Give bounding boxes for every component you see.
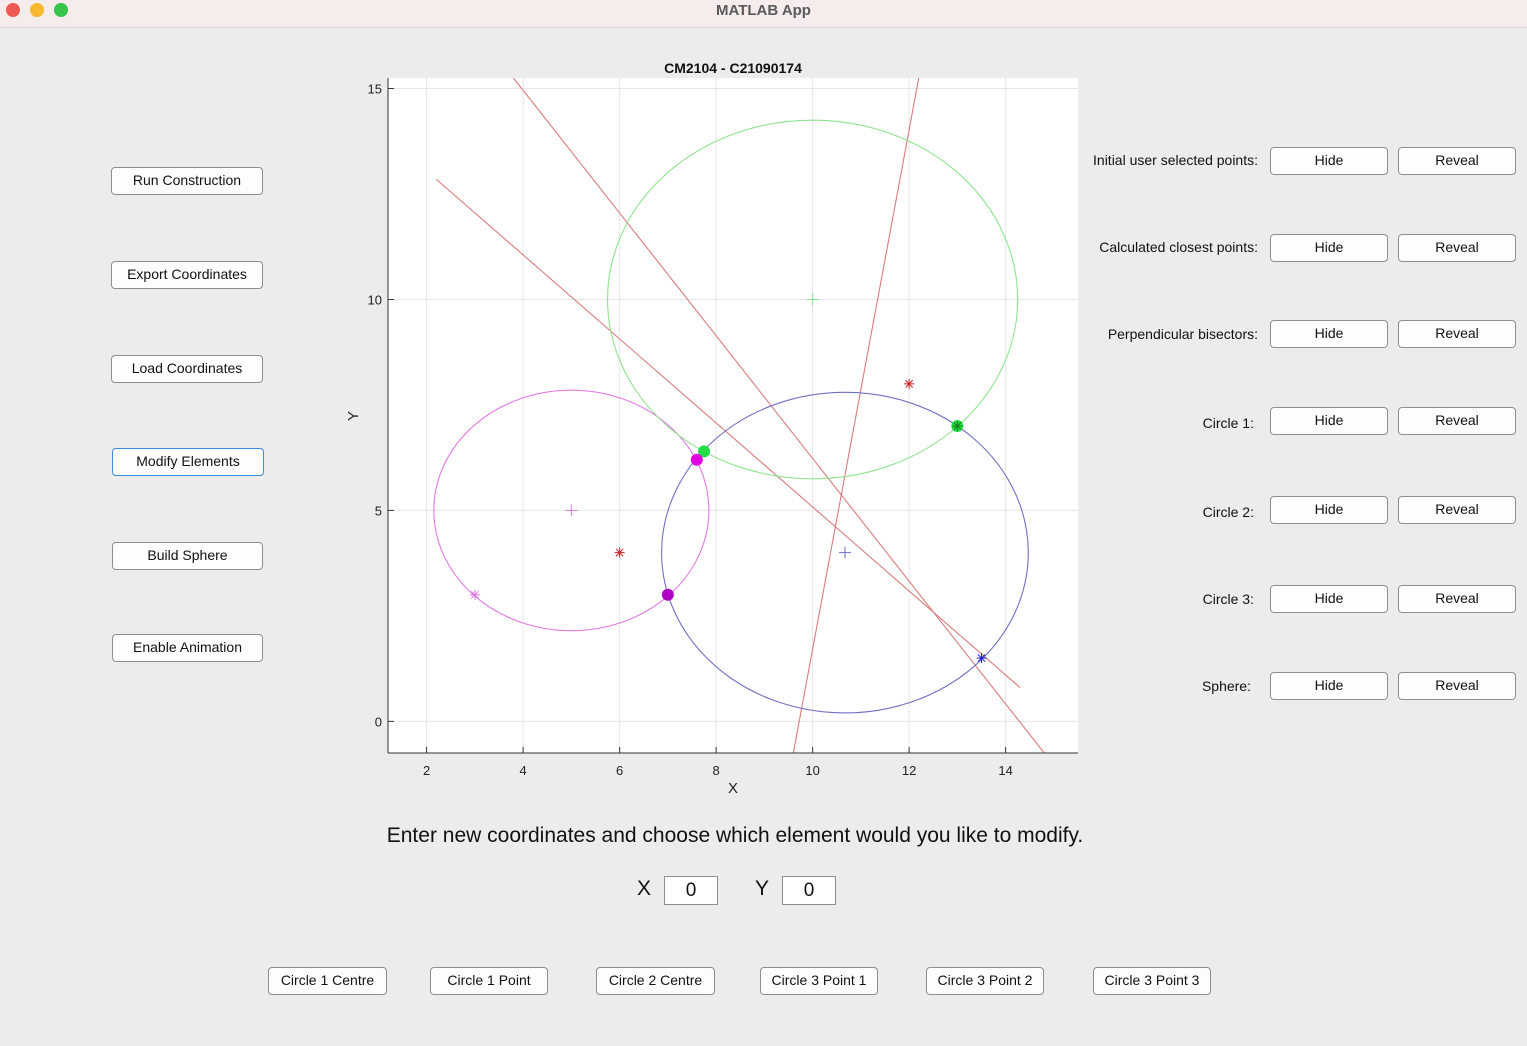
build-sphere-button[interactable]: Build Sphere bbox=[112, 542, 263, 570]
label-closest-points: Calculated closest points: bbox=[1099, 239, 1258, 255]
circle-1-centre-button[interactable]: Circle 1 Centre bbox=[268, 967, 387, 995]
hide-bisectors-button[interactable]: Hide bbox=[1270, 320, 1388, 348]
hide-circle-1-button[interactable]: Hide bbox=[1270, 407, 1388, 435]
x-tick-label: 14 bbox=[998, 763, 1012, 778]
circle-2-centre-button[interactable]: Circle 2 Centre bbox=[596, 967, 715, 995]
hide-closest-points-button[interactable]: Hide bbox=[1270, 234, 1388, 262]
reveal-bisectors-button[interactable]: Reveal bbox=[1398, 320, 1516, 348]
x-tick-label: 6 bbox=[616, 763, 623, 778]
reveal-initial-points-button[interactable]: Reveal bbox=[1398, 147, 1516, 175]
hide-initial-points-button[interactable]: Hide bbox=[1270, 147, 1388, 175]
label-circle-3: Circle 3: bbox=[1202, 591, 1254, 607]
star-point-overlay bbox=[952, 421, 963, 432]
x-tick-label: 8 bbox=[712, 763, 719, 778]
reveal-closest-points-button[interactable]: Reveal bbox=[1398, 234, 1516, 262]
label-circle-2: Circle 2: bbox=[1202, 504, 1254, 520]
reveal-circle-2-button[interactable]: Reveal bbox=[1398, 496, 1516, 524]
hide-sphere-button[interactable]: Hide bbox=[1270, 672, 1388, 700]
reveal-sphere-button[interactable]: Reveal bbox=[1398, 672, 1516, 700]
y-tick-label: 10 bbox=[368, 292, 382, 307]
run-construction-button[interactable]: Run Construction bbox=[111, 167, 263, 195]
star-point-3 bbox=[904, 378, 915, 389]
modify-prompt: Enter new coordinates and choose which e… bbox=[386, 824, 1084, 847]
plot-area bbox=[388, 78, 1078, 753]
closest-point-3 bbox=[661, 588, 674, 601]
export-coordinates-button[interactable]: Export Coordinates bbox=[111, 261, 263, 289]
window-title: MATLAB App bbox=[716, 2, 811, 19]
title-bar: MATLAB App bbox=[0, 0, 1527, 28]
label-circle-1: Circle 1: bbox=[1202, 415, 1254, 431]
circle-3-point-2-button[interactable]: Circle 3 Point 2 bbox=[926, 967, 1044, 995]
plot-axes[interactable]: 2 4 6 8 10 12 14 0 5 10 15 CM2104 - C21090174 X Y bbox=[330, 50, 1130, 810]
star-point-2 bbox=[614, 547, 625, 558]
x-field-label: X bbox=[637, 877, 652, 900]
x-tick-label: 10 bbox=[805, 763, 819, 778]
circle-3-point-3-button[interactable]: Circle 3 Point 3 bbox=[1093, 967, 1211, 995]
y-tick-label: 5 bbox=[375, 503, 382, 518]
label-initial-points: Initial user selected points: bbox=[1093, 152, 1258, 168]
x-tick-label: 2 bbox=[423, 763, 430, 778]
chart-title: CM2104 - C21090174 bbox=[664, 60, 802, 76]
label-bisectors: Perpendicular bisectors: bbox=[1107, 326, 1258, 342]
y-axis-label: Y bbox=[345, 411, 362, 421]
hide-circle-3-button[interactable]: Hide bbox=[1270, 585, 1388, 613]
y-tick-label: 15 bbox=[368, 82, 382, 97]
x-tick-label: 4 bbox=[519, 763, 526, 778]
star-point-5 bbox=[976, 653, 987, 664]
closest-point-2 bbox=[690, 453, 703, 466]
circle-1-point-button[interactable]: Circle 1 Point bbox=[430, 967, 548, 995]
reveal-circle-1-button[interactable]: Reveal bbox=[1398, 407, 1516, 435]
x-axis-label: X bbox=[728, 780, 738, 797]
circle-3-point-1-button[interactable]: Circle 3 Point 1 bbox=[760, 967, 878, 995]
reveal-circle-3-button[interactable]: Reveal bbox=[1398, 585, 1516, 613]
modify-elements-button[interactable]: Modify Elements bbox=[112, 448, 264, 476]
enable-animation-button[interactable]: Enable Animation bbox=[112, 634, 263, 662]
y-field-label: Y bbox=[755, 877, 770, 900]
y-coordinate-input[interactable]: 0 bbox=[782, 876, 836, 905]
load-coordinates-button[interactable]: Load Coordinates bbox=[111, 355, 263, 383]
label-sphere: Sphere: bbox=[1201, 678, 1251, 694]
y-tick-label: 0 bbox=[375, 714, 382, 729]
x-tick-label: 12 bbox=[902, 763, 916, 778]
hide-circle-2-button[interactable]: Hide bbox=[1270, 496, 1388, 524]
x-coordinate-input[interactable]: 0 bbox=[664, 876, 718, 905]
star-point-1 bbox=[469, 589, 480, 600]
